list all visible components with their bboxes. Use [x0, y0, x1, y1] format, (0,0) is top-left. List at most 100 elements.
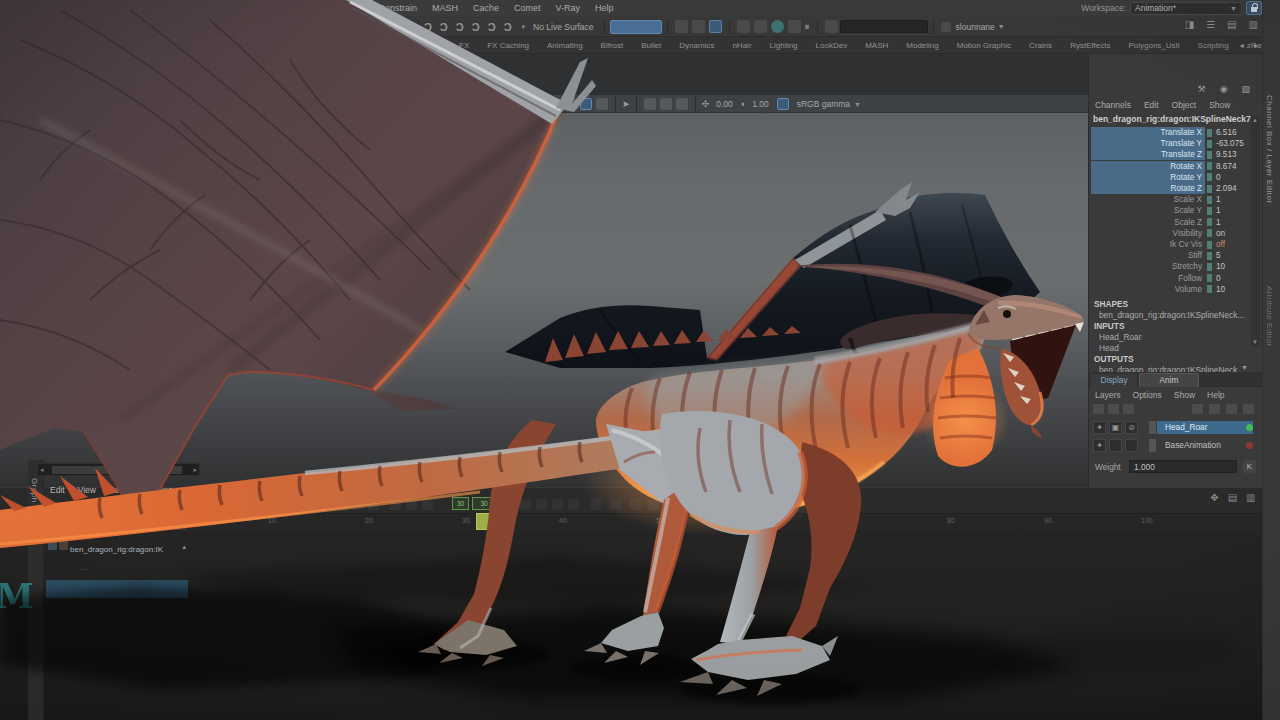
channel-rotate-x[interactable]: Rotate X8.674	[1089, 161, 1254, 172]
outputs-collapse-icon[interactable]: ▼	[1241, 364, 1248, 371]
layer-icon-3[interactable]	[1123, 404, 1134, 414]
ge-tool-icon[interactable]	[630, 499, 641, 510]
ge-tool-icon[interactable]	[266, 499, 277, 510]
tab-anim[interactable]: Anim	[1139, 373, 1199, 387]
shelf-tab[interactable]: Bifrost	[592, 41, 633, 50]
vp-icon-camera[interactable]: ✥	[527, 99, 535, 109]
shelf-tab[interactable]: Polygons_Usit	[1119, 41, 1188, 50]
ge-tool-icon[interactable]	[250, 499, 261, 510]
cb-section-item[interactable]: ben_dragon_rig:dragon:IKSplineNeck...	[1099, 310, 1244, 320]
shelf-tab[interactable]: Animating	[538, 41, 592, 50]
ge-menu-keys[interactable]: Keys	[186, 485, 205, 495]
ge-menu-tangents[interactable]: Tangents	[217, 485, 252, 495]
frame-field-1[interactable]: 30	[452, 497, 469, 510]
layer-icon-5[interactable]	[1209, 404, 1220, 414]
ge-outliner-row-selected[interactable]	[46, 580, 188, 598]
layer-icon-4[interactable]	[1192, 404, 1203, 414]
tab-attribute-editor[interactable]: Attribute Editor	[1265, 286, 1274, 347]
channel-volume[interactable]: Volume10	[1089, 284, 1254, 295]
ge-tool-icon[interactable]	[320, 499, 331, 510]
tab-channel-box[interactable]: Channel Box / Layer Editor	[1265, 95, 1274, 204]
selection-field[interactable]	[610, 20, 662, 34]
channel-translate-z[interactable]: Translate Z9.513	[1089, 149, 1254, 160]
lock-icon[interactable]: ⬚	[388, 21, 397, 32]
vp-icon-light2[interactable]	[564, 98, 576, 110]
channel-ik-cv-vis[interactable]: Ik Cv Visoff	[1089, 239, 1254, 250]
menu-item-anim[interactable]: Anim	[343, 3, 364, 13]
sidebar-toggle-4[interactable]: ▥	[1249, 19, 1258, 30]
vp-icon-film2[interactable]	[660, 98, 672, 110]
layer-icon-1[interactable]	[1093, 404, 1104, 414]
vp-icon-light1[interactable]	[548, 98, 560, 110]
vp-icon-image[interactable]	[676, 98, 688, 110]
rp-icon-3[interactable]: ▧	[1241, 84, 1250, 94]
ge-tool-icon[interactable]	[664, 499, 675, 510]
cb-menu-channels[interactable]: Channels	[1095, 100, 1131, 110]
shelf-tab[interactable]: Modeling	[897, 41, 947, 50]
ge-tool-icon[interactable]	[568, 499, 579, 510]
shelf-tab[interactable]: LookDev	[807, 41, 857, 50]
current-frame-marker[interactable]	[476, 513, 491, 530]
field-icon[interactable]	[825, 20, 838, 33]
panel-icon-1[interactable]: ▤	[1228, 492, 1237, 503]
frame-field-2[interactable]: 30	[472, 497, 496, 510]
shelf-scroll-arrows[interactable]: ◂ ▸	[1240, 41, 1262, 50]
command-input[interactable]	[840, 20, 928, 33]
weight-field[interactable]: 1.000	[1129, 460, 1237, 473]
ge-tool-icon[interactable]	[520, 499, 531, 510]
vp-icon-select[interactable]: ⊠	[517, 99, 525, 109]
shelf-tab[interactable]: FX Caching	[478, 41, 538, 50]
ge-tool-icon[interactable]	[648, 499, 659, 510]
pause-icon[interactable]: ⏸	[805, 21, 810, 33]
cb-menu-object[interactable]: Object	[1172, 100, 1197, 110]
ge-tool-icon[interactable]	[406, 499, 417, 510]
shelf-tab[interactable]: Motion Graphic	[948, 41, 1020, 50]
ge-tool-icon[interactable]	[422, 499, 433, 510]
menu-item-mash[interactable]: MASH	[432, 3, 458, 13]
ge-tool-icon[interactable]	[282, 499, 293, 510]
ge-search-field[interactable]: ▾	[46, 516, 186, 530]
cb-menu-show[interactable]: Show	[1209, 100, 1230, 110]
vp-icon-gamma[interactable]: ◖	[740, 99, 745, 109]
vp-icon-colormgmt[interactable]	[777, 98, 789, 110]
vp-icon-exposure[interactable]: ✣	[702, 99, 710, 109]
ge-tool-icon[interactable]	[390, 499, 401, 510]
menu-item-comet[interactable]: Comet	[514, 3, 541, 13]
ge-menu-curves[interactable]: Curves	[146, 485, 173, 495]
vp-icon-film1[interactable]	[644, 98, 656, 110]
sidebar-toggle-3[interactable]: ▤	[1227, 19, 1236, 30]
ge-outliner-row[interactable]: …	[46, 556, 188, 572]
ge-outliner-row[interactable]: ben_dragon_rig:dragon:IK ▴	[46, 538, 188, 554]
ge-tool-icon[interactable]	[610, 499, 621, 510]
viewport-3d[interactable]	[0, 113, 1088, 487]
cb-menu-edit[interactable]: Edit	[1144, 100, 1159, 110]
channel-rotate-y[interactable]: Rotate Y0	[1089, 172, 1254, 183]
layer-row-BaseAnimation[interactable]: ✦BaseAnimation	[1091, 437, 1261, 454]
pin-icon[interactable]: ✥	[1210, 492, 1218, 503]
channel-scale-y[interactable]: Scale Y1	[1089, 205, 1254, 216]
channel-stretchy[interactable]: Stretchy10	[1089, 261, 1254, 272]
layer-icon-2[interactable]	[1108, 404, 1119, 414]
vp-icon-shaded[interactable]	[580, 98, 592, 110]
channel-visibility[interactable]: Visibilityon	[1089, 228, 1254, 239]
le-menu-options[interactable]: Options	[1133, 390, 1162, 400]
ge-menu-view[interactable]: View	[78, 485, 96, 495]
cb-section-item[interactable]: Head_Roar	[1099, 332, 1141, 342]
shelf-tab[interactable]: Scripting	[1189, 41, 1238, 50]
channel-scale-z[interactable]: Scale Z1	[1089, 217, 1254, 228]
ge-tool-icon[interactable]	[368, 499, 379, 510]
panel-icon-2[interactable]: ▥	[1246, 492, 1255, 503]
ge-tool-icon[interactable]	[680, 499, 691, 510]
vp-gamma-value[interactable]: 1.00	[752, 99, 769, 109]
lock-workspace-icon[interactable]	[1246, 1, 1262, 15]
channel-translate-x[interactable]: Translate X6.516	[1089, 127, 1254, 138]
ge-menu-select[interactable]: Select	[109, 485, 133, 495]
ge-tool-icon[interactable]	[298, 499, 309, 510]
tab-display[interactable]: Display	[1091, 374, 1137, 387]
sidebar-toggle-1[interactable]: ◨	[1185, 19, 1194, 30]
channel-stiff[interactable]: Stiff5	[1089, 250, 1254, 261]
rp-icon-2[interactable]: ◉	[1220, 84, 1228, 94]
menu-item-v-ray[interactable]: V-Ray	[556, 3, 581, 13]
channel-translate-y[interactable]: Translate Y-63.075	[1089, 138, 1254, 149]
grid-icon[interactable]: ▦	[401, 21, 410, 32]
